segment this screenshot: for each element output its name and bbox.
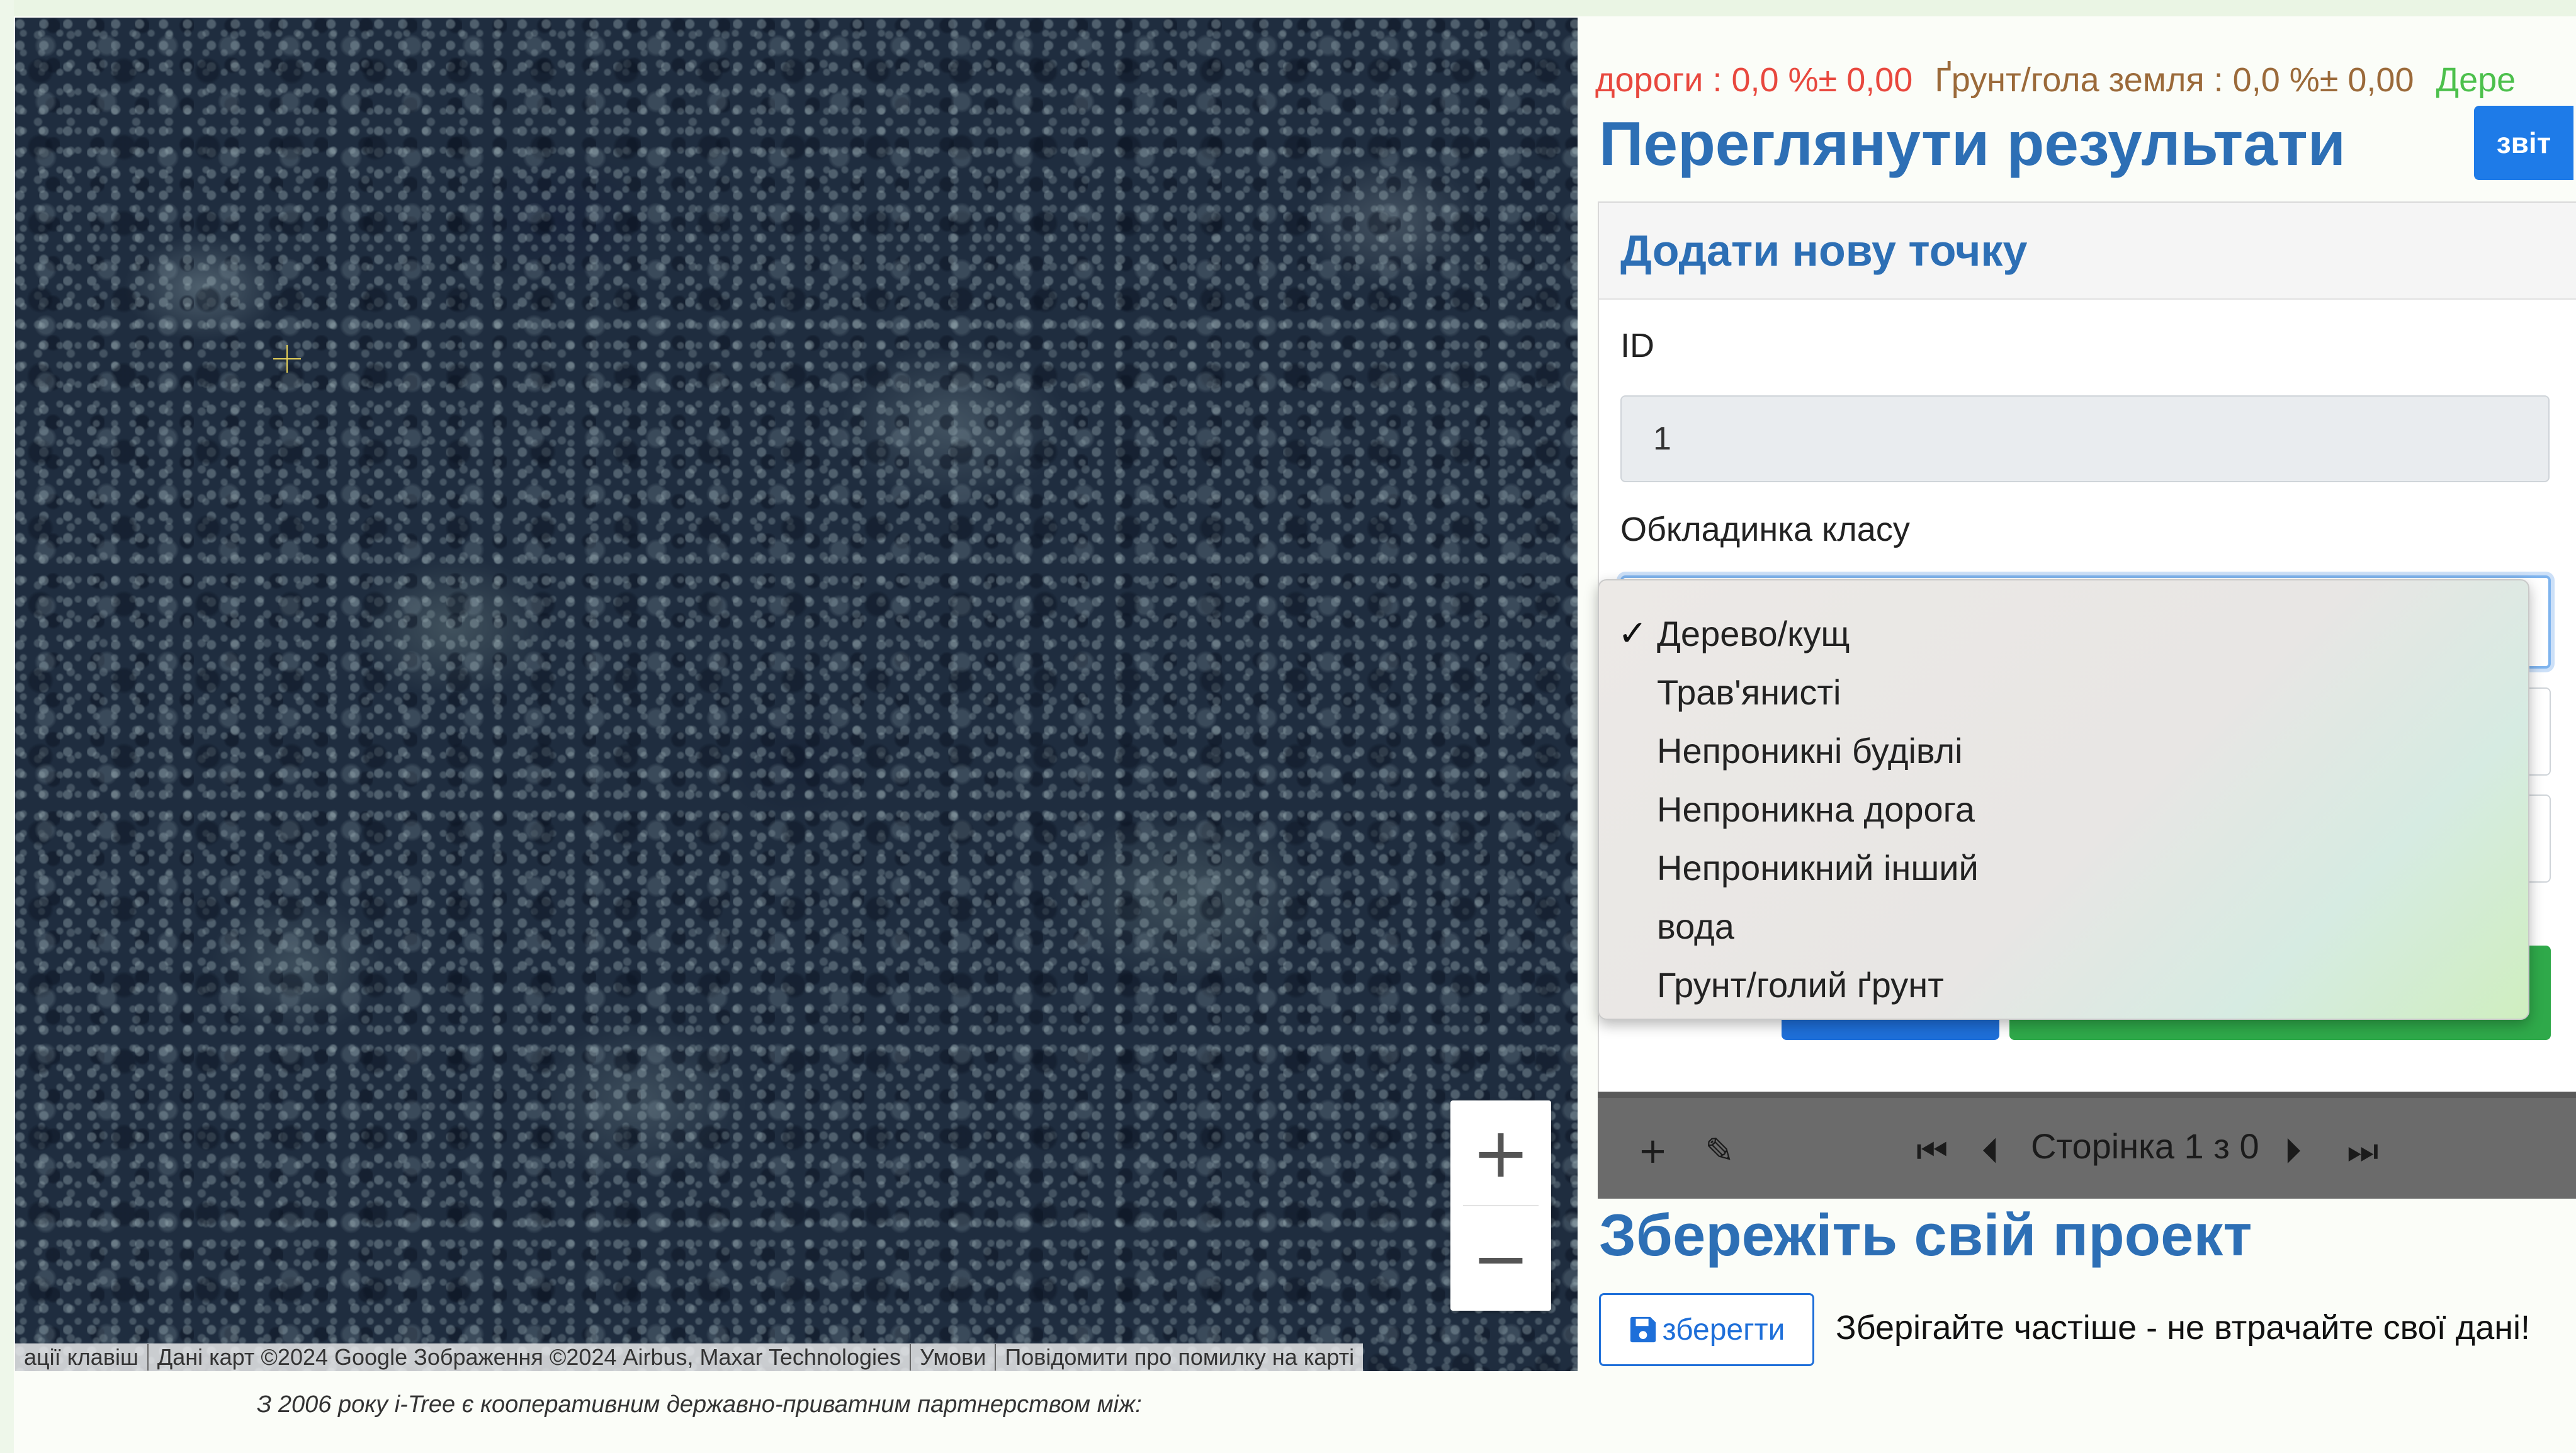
next-page-icon[interactable]: ⏵ — [2284, 1131, 2302, 1172]
terms-link[interactable]: Умови — [911, 1344, 997, 1371]
roads-summary: дороги : 0,0 %± 0,00 — [1595, 61, 1913, 99]
option-label: Грунт/голий ґрунт — [1657, 965, 1944, 1005]
top-band — [0, 0, 2576, 16]
option-impervious-road[interactable]: Непроникна дорога — [1599, 780, 2528, 839]
first-page-icon[interactable]: ⏮ — [1916, 1131, 1948, 1172]
zoom-control: + − — [1450, 1100, 1551, 1311]
table-pager: + ✎ ⏮ ⏴ Сторінка 1 з 0 ⏵ ⏭ — [1598, 1092, 2576, 1199]
save-button[interactable]: зберегти — [1599, 1293, 1814, 1366]
map-attribution: ації клавіш Дані карт ©2024 Google Зобра… — [15, 1343, 1364, 1371]
view-results-title[interactable]: Переглянути результати — [1599, 108, 2346, 179]
save-button-label: зберегти — [1662, 1313, 1785, 1347]
map-texture-coarse — [15, 18, 1578, 1371]
option-soil-bare-ground[interactable]: Грунт/голий ґрунт — [1599, 956, 2528, 1014]
option-label: вода — [1657, 907, 1734, 946]
zoom-out-button[interactable]: − — [1450, 1206, 1551, 1311]
floppy-disk-icon — [1630, 1316, 1656, 1343]
id-label: ID — [1620, 327, 1654, 365]
id-field[interactable]: 1 — [1620, 395, 2550, 482]
option-impervious-other[interactable]: Непроникний інший — [1599, 839, 2528, 897]
zoom-in-button[interactable]: + — [1450, 1100, 1551, 1205]
option-tree-shrub[interactable]: ✓ Дерево/кущ — [1599, 604, 2528, 663]
cover-summary-line: дороги : 0,0 %± 0,00 Ґрунт/гола земля : … — [1595, 58, 2576, 102]
save-project-title: Збережіть свій проект — [1599, 1202, 2252, 1268]
trees-summary: Дере — [2436, 61, 2516, 99]
report-map-error-link[interactable]: Повідомити про помилку на карті — [996, 1344, 1363, 1371]
prev-page-icon[interactable]: ⏴ — [1982, 1131, 1999, 1172]
last-page-icon[interactable]: ⏭ — [2347, 1131, 2378, 1172]
option-water[interactable]: вода — [1599, 897, 2528, 956]
edit-row-icon[interactable]: ✎ — [1705, 1131, 1734, 1172]
option-impervious-buildings[interactable]: Непроникні будівлі — [1599, 721, 2528, 780]
map-data-credit: Дані карт ©2024 Google Зображення ©2024 … — [149, 1344, 912, 1371]
class-cover-label: Обкладинка класу — [1620, 511, 1910, 548]
save-hint: Зберігайте частіше - не втрачайте свої д… — [1836, 1309, 2531, 1347]
option-label: Непроникні будівлі — [1657, 731, 1963, 771]
partnership-note: З 2006 року i-Tree є кооперативним держа… — [257, 1391, 1142, 1418]
checkmark-icon: ✓ — [1618, 613, 1647, 654]
keyboard-shortcuts-link[interactable]: ації клавіш — [15, 1344, 149, 1371]
option-label: Дерево/кущ — [1657, 614, 1850, 653]
option-label: Непроникна дорога — [1657, 789, 1975, 829]
soil-summary: Ґрунт/гола земля : 0,0 %± 0,00 — [1935, 61, 2414, 99]
satellite-map[interactable]: + − ації клавіш Дані карт ©2024 Google З… — [15, 18, 1578, 1371]
left-band — [0, 0, 14, 1453]
add-row-icon[interactable]: + — [1638, 1131, 1668, 1172]
crosshair-cursor-icon — [273, 345, 301, 373]
option-herbaceous[interactable]: Трав'янисті — [1599, 663, 2528, 721]
report-button[interactable]: звіт — [2474, 106, 2573, 180]
add-point-header: Додати нову точку — [1599, 203, 2576, 300]
page-indicator: Сторінка 1 з 0 — [2031, 1126, 2259, 1166]
option-label: Трав'янисті — [1657, 672, 1841, 712]
option-label: Непроникний інший — [1657, 848, 1979, 888]
class-cover-dropdown[interactable]: ✓ Дерево/кущ Трав'янисті Непроникні буді… — [1598, 579, 2529, 1020]
